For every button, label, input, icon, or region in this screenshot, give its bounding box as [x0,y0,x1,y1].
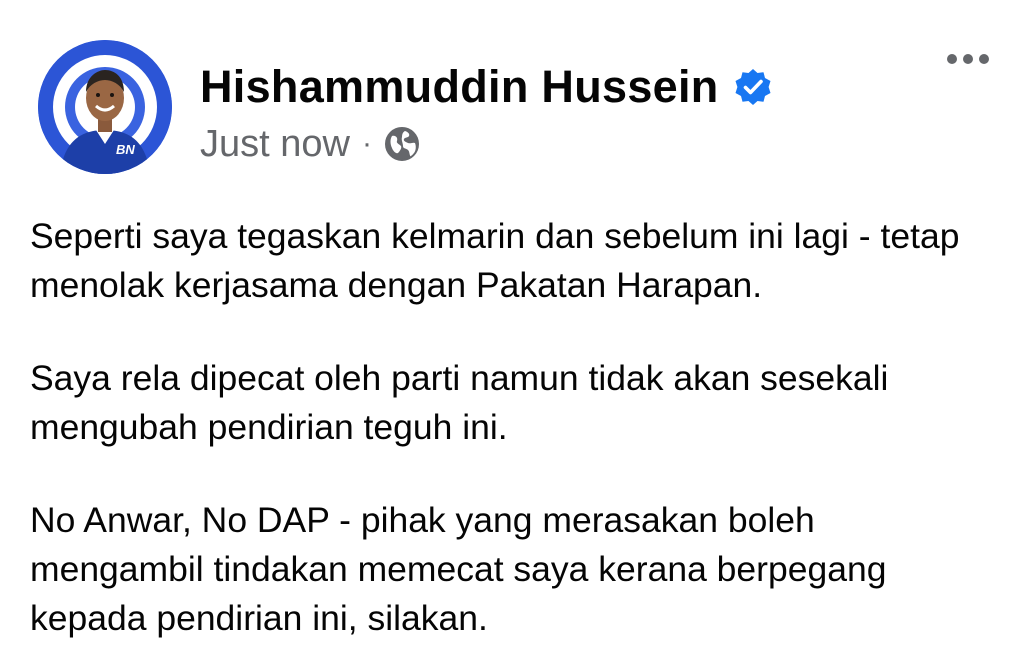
post-meta: Just now · [200,122,773,166]
verified-badge-icon [733,67,773,107]
author-row: Hishammuddin Hussein [200,58,773,116]
avatar-badge-text: BN [116,142,135,157]
facebook-post: BN Hishammuddin Hussein Just now · Seper… [0,0,1024,662]
meta-separator: · [361,127,372,160]
post-header: Hishammuddin Hussein Just now · [200,58,773,166]
post-paragraph: No Anwar, No DAP - pihak yang merasakan … [30,500,887,638]
post-timestamp[interactable]: Just now [200,123,350,166]
more-options-icon [947,54,989,64]
post-paragraph: Seperti saya tegaskan kelmarin dan sebel… [30,216,960,305]
avatar-image: BN [38,40,172,174]
more-options-button[interactable] [944,46,992,72]
post-paragraph: Saya rela dipecat oleh parti namun tidak… [30,358,889,447]
globe-icon[interactable] [384,126,420,162]
author-name[interactable]: Hishammuddin Hussein [200,61,719,113]
author-avatar[interactable]: BN [38,40,172,174]
post-body: Seperti saya tegaskan kelmarin dan sebel… [30,212,1010,662]
